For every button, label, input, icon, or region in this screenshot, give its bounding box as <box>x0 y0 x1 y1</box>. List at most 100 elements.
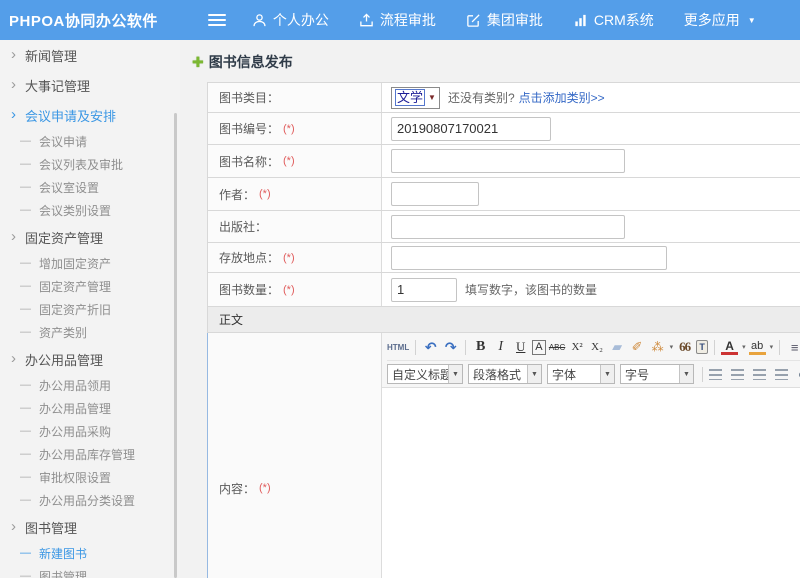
bold-button[interactable]: B <box>472 338 489 356</box>
required-mark: (*) <box>283 155 295 167</box>
bar-chart-icon <box>573 13 588 28</box>
editor-toolbar-row-1: HTML ↶ ↷ B I U A ABC X² X₂ ▰ ✐ <box>387 336 800 361</box>
nav-more-apps[interactable]: 更多应用 ▼ <box>684 10 756 30</box>
sidebar-item-label: 办公用品分类设置 <box>39 492 135 509</box>
caret-down-icon[interactable]: ▾ <box>770 343 774 351</box>
ordered-list-button[interactable]: ≡ <box>786 338 800 356</box>
form-row-author: 作者：(*) <box>207 178 800 211</box>
select-caret-icon: ▼ <box>679 365 693 383</box>
add-category-link[interactable]: 点击添加类别>> <box>519 89 605 106</box>
nav-label: 个人办公 <box>273 10 329 30</box>
sidebar-group-fixed-assets[interactable]: ›固定资产管理 <box>0 222 180 252</box>
caret-down-icon[interactable]: ▾ <box>670 343 674 351</box>
eraser-button[interactable]: ▰ <box>609 338 626 356</box>
quantity-input[interactable] <box>391 278 457 302</box>
char-border-button[interactable]: A <box>532 340 545 355</box>
sidebar-item-approval-permission-settings[interactable]: —审批权限设置 <box>0 466 180 489</box>
sidebar-item-book-management[interactable]: —图书管理 <box>0 565 180 578</box>
menu-toggle-icon[interactable] <box>208 14 226 26</box>
nav-crm-system[interactable]: CRM系统 <box>573 10 654 30</box>
sidebar-group-news-management[interactable]: ›新闻管理 <box>0 40 180 70</box>
sidebar-item-asset-category[interactable]: —资产类别 <box>0 321 180 344</box>
category-select[interactable]: 文学 ▼ <box>391 87 440 109</box>
sidebar-item-meeting-room-settings[interactable]: —会议室设置 <box>0 176 180 199</box>
sidebar-group-meeting-application[interactable]: ›会议申请及安排 <box>0 100 180 130</box>
field-label: 作者： <box>219 186 255 203</box>
nav-workflow-approval[interactable]: 流程审批 <box>359 10 436 30</box>
location-input[interactable] <box>391 246 667 270</box>
dash-icon: — <box>20 182 31 193</box>
caret-down-icon[interactable]: ▾ <box>742 343 746 351</box>
nav-personal-office[interactable]: 个人办公 <box>252 10 329 30</box>
custom-title-select[interactable]: 自定义标题 ▼ <box>387 364 463 384</box>
sidebar-item-supplies-management[interactable]: —办公用品管理 <box>0 397 180 420</box>
sidebar-item-supplies-claim[interactable]: —办公用品领用 <box>0 374 180 397</box>
format-brush-button[interactable]: ✐ <box>629 338 646 356</box>
align-left-button[interactable] <box>709 369 722 380</box>
sidebar-item-supplies-inventory[interactable]: —办公用品库存管理 <box>0 443 180 466</box>
author-input[interactable] <box>391 182 479 206</box>
html-source-button[interactable]: HTML <box>387 338 409 356</box>
add-plus-icon: ✚ <box>192 54 204 71</box>
rich-text-editor: HTML ↶ ↷ B I U A ABC X² X₂ ▰ ✐ <box>382 333 800 578</box>
sidebar-item-supplies-category-settings[interactable]: — 办公用品分类设置 <box>0 489 180 512</box>
dash-icon: — <box>20 281 31 292</box>
paragraph-format-select[interactable]: 段落格式 ▼ <box>468 364 542 384</box>
sidebar-item-label: 办公用品采购 <box>39 423 111 440</box>
field-label: 出版社： <box>219 218 267 235</box>
sidebar-item-new-book[interactable]: —新建图书 <box>0 542 180 565</box>
sidebar-group-book-management[interactable]: ›图书管理 <box>0 512 180 542</box>
font-color-button[interactable]: A <box>721 339 738 355</box>
sidebar-item-add-fixed-asset[interactable]: —增加固定资产 <box>0 252 180 275</box>
undo-button[interactable]: ↶ <box>422 338 439 356</box>
book-name-input[interactable] <box>391 149 625 173</box>
sidebar-item-label: 会议列表及审批 <box>39 156 123 173</box>
toolbar-separator <box>714 340 715 355</box>
blockquote-button[interactable]: 66 <box>676 338 693 356</box>
sidebar-scrollbar[interactable] <box>174 113 177 578</box>
underline-button[interactable]: U <box>512 338 529 356</box>
required-mark: (*) <box>283 252 295 264</box>
form-row-publisher: 出版社： <box>207 211 800 243</box>
dash-icon: — <box>20 495 31 506</box>
form-row-content: 内容：(*) HTML ↶ ↷ B I U A ABC X² <box>207 333 800 578</box>
workflow-approval-icon <box>359 13 374 28</box>
sidebar-item-meeting-apply[interactable]: —会议申请 <box>0 130 180 153</box>
paste-as-text-button[interactable]: T <box>696 340 708 354</box>
quantity-hint: 填写数字，该图书的数量 <box>465 281 597 298</box>
insert-link-button[interactable]: ∞ <box>795 365 800 383</box>
dash-icon: — <box>20 380 31 391</box>
align-right-button[interactable] <box>753 369 766 380</box>
strikethrough-button[interactable]: ABC <box>549 338 566 356</box>
toolbar-separator <box>465 340 466 355</box>
select-label: 字体 <box>548 365 600 383</box>
font-size-select[interactable]: 字号 ▼ <box>620 364 694 384</box>
field-label: 内容： <box>219 480 255 497</box>
spray-color-button[interactable]: ⁂ <box>649 338 666 356</box>
sidebar-group-label: 大事记管理 <box>25 76 90 95</box>
editor-content-area[interactable] <box>382 388 800 578</box>
sidebar-item-label: 固定资产折旧 <box>39 301 111 318</box>
select-label: 段落格式 <box>469 365 527 383</box>
sidebar-group-label: 图书管理 <box>25 518 77 537</box>
select-label: 字号 <box>621 365 679 383</box>
align-center-button[interactable] <box>731 369 744 380</box>
book-code-input[interactable] <box>391 117 551 141</box>
sidebar-item-meeting-category-settings[interactable]: —会议类别设置 <box>0 199 180 222</box>
sidebar-item-fixed-asset-management[interactable]: —固定资产管理 <box>0 275 180 298</box>
sidebar-group-events-management[interactable]: ›大事记管理 <box>0 70 180 100</box>
sidebar-group-office-supplies[interactable]: ›办公用品管理 <box>0 344 180 374</box>
font-family-select[interactable]: 字体 ▼ <box>547 364 615 384</box>
superscript-button[interactable]: X² <box>569 338 586 356</box>
subscript-button[interactable]: X₂ <box>589 338 606 356</box>
publisher-input[interactable] <box>391 215 625 239</box>
nav-group-approval[interactable]: 集团审批 <box>466 10 543 30</box>
highlight-color-button[interactable]: ab <box>749 340 766 355</box>
sidebar-item-meeting-list-approval[interactable]: —会议列表及审批 <box>0 153 180 176</box>
sidebar-item-fixed-asset-depreciation[interactable]: —固定资产折旧 <box>0 298 180 321</box>
dash-icon: — <box>20 205 31 216</box>
redo-button[interactable]: ↷ <box>442 338 459 356</box>
align-justify-button[interactable] <box>775 369 788 380</box>
italic-button[interactable]: I <box>492 338 509 356</box>
sidebar-item-supplies-purchase[interactable]: —办公用品采购 <box>0 420 180 443</box>
